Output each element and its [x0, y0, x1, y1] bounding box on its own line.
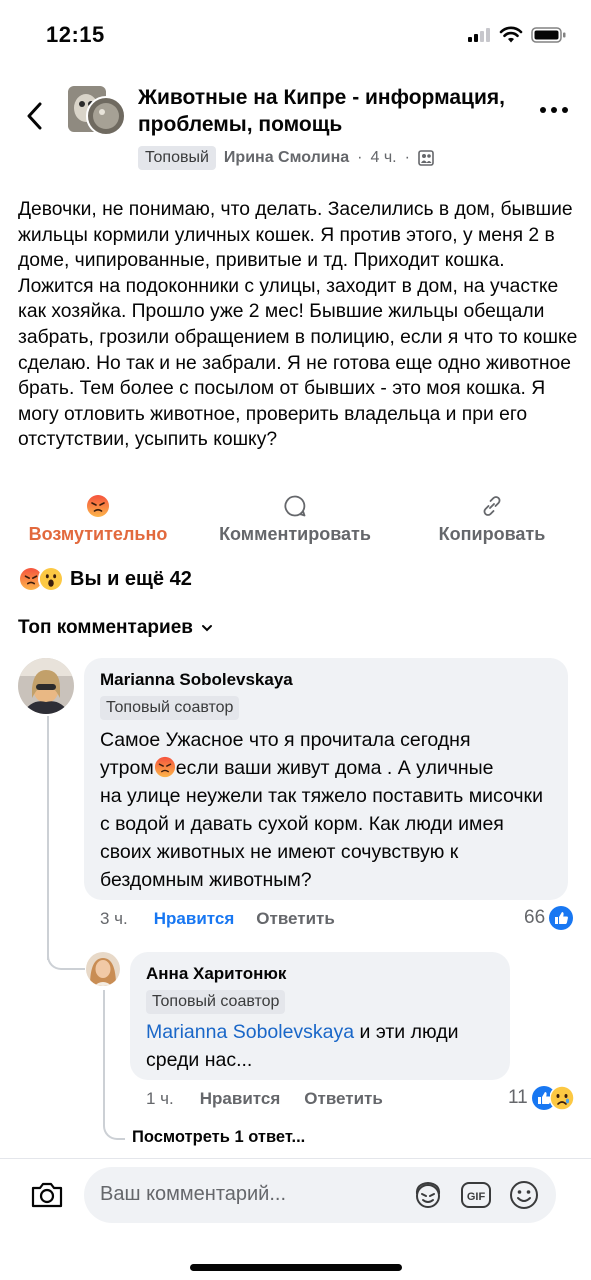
- group-title[interactable]: Животные на Кипре - информация, проблемы…: [138, 84, 518, 138]
- reply-button[interactable]: Ответить: [304, 1089, 383, 1109]
- post-meta: Топовый Ирина Смолина · 4 ч. ·: [138, 146, 434, 170]
- comment-text-line: на улице неужели так тяжело поставить ми…: [100, 785, 543, 891]
- comment-author[interactable]: Анна Харитонюк: [146, 964, 494, 984]
- avatar-sticker-icon[interactable]: [412, 1180, 444, 1210]
- react-label: Возмутительно: [28, 524, 168, 544]
- post-header: Животные на Кипре - информация, проблемы…: [0, 80, 591, 180]
- battery-icon: [531, 27, 566, 43]
- svg-text:GIF: GIF: [467, 1191, 486, 1203]
- thread-line-2: [103, 990, 105, 1120]
- comment-button[interactable]: Комментировать: [215, 492, 375, 545]
- sad-reaction-icon: [549, 1086, 574, 1110]
- link-icon: [483, 496, 501, 516]
- reply-button[interactable]: Ответить: [256, 909, 335, 929]
- wow-reaction-icon: [38, 566, 64, 592]
- comments-filter[interactable]: Топ комментариев: [18, 617, 213, 639]
- comment-time[interactable]: 3 ч.: [100, 909, 128, 929]
- comment-meta: 1 ч. Нравится Ответить: [146, 1089, 383, 1109]
- comment-label: Комментировать: [219, 524, 371, 544]
- status-icons: [467, 26, 567, 44]
- composer-icons: GIF: [412, 1180, 540, 1210]
- comment-reaction-count[interactable]: 11: [508, 1086, 574, 1110]
- copy-label: Копировать: [438, 524, 546, 544]
- view-more-replies-link[interactable]: Посмотреть 1 ответ...: [132, 1128, 305, 1147]
- avatar[interactable]: [18, 658, 74, 714]
- angry-emoji-icon: [154, 756, 175, 778]
- comment-input-placeholder: Ваш комментарий...: [100, 1183, 287, 1205]
- copy-button[interactable]: Копировать: [437, 492, 547, 545]
- comment-text-line: утром если ваши живут дома . А уличные: [100, 754, 552, 782]
- post-body: Девочки, не понимаю, что делать. Заселил…: [18, 199, 578, 451]
- comment-text-fragment: утром: [100, 757, 154, 779]
- mention-link[interactable]: Marianna Sobolevskaya: [146, 1021, 354, 1043]
- chevron-left-icon[interactable]: [20, 98, 50, 134]
- post-author[interactable]: Ирина Смолина: [224, 149, 349, 167]
- signal-icon: [468, 28, 490, 42]
- top-badge: Топовый: [138, 146, 216, 170]
- comment-text-line: Самое Ужасное что я прочитала сегодня: [100, 729, 471, 751]
- status-bar: 12:15: [0, 0, 591, 70]
- meta-dot: ·: [357, 149, 363, 166]
- comment-reaction-count[interactable]: 66: [524, 906, 574, 930]
- comment-input[interactable]: Ваш комментарий... GIF: [84, 1167, 556, 1223]
- like-button[interactable]: Нравится: [154, 909, 235, 929]
- angry-emoji-icon: [87, 495, 109, 517]
- thread-line: [47, 716, 49, 960]
- comment-bubble-icon: [284, 495, 306, 517]
- chevron-down-icon: [201, 625, 212, 632]
- comment-text: Самое Ужасное что я прочитала сегодня ут…: [100, 726, 552, 894]
- meta-dot-2: ·: [404, 149, 410, 166]
- post-time[interactable]: 4 ч.: [370, 149, 396, 167]
- thread-branch: [47, 940, 85, 970]
- like-button[interactable]: Нравится: [200, 1089, 281, 1109]
- reactions-count-label: Вы и ещё 42: [70, 567, 192, 590]
- group-audience-icon: [418, 150, 434, 166]
- camera-icon[interactable]: [30, 1181, 64, 1209]
- react-button[interactable]: Возмутительно: [26, 492, 170, 545]
- comment-author[interactable]: Marianna Sobolevskaya: [100, 670, 552, 690]
- top-contributor-badge: Топовый соавтор: [100, 696, 240, 720]
- home-indicator: [190, 1264, 402, 1271]
- emoji-icon[interactable]: [508, 1180, 540, 1210]
- comments-filter-label: Топ комментариев: [18, 617, 193, 638]
- comment-composer: Ваш комментарий... GIF: [0, 1158, 591, 1280]
- more-dots-icon[interactable]: [539, 106, 569, 114]
- comment-bubble[interactable]: Marianna Sobolevskaya Топовый соавтор Са…: [84, 658, 568, 900]
- comment-text: Marianna Sobolevskaya и эти люди среди н…: [146, 1018, 494, 1074]
- avatar[interactable]: [86, 952, 120, 986]
- group-avatar[interactable]: [68, 86, 126, 136]
- comment-time[interactable]: 1 ч.: [146, 1089, 174, 1109]
- comment-meta: 3 ч. Нравится Ответить: [100, 909, 335, 929]
- gif-icon[interactable]: GIF: [460, 1180, 492, 1210]
- reaction-count: 66: [524, 907, 546, 928]
- top-contributor-badge: Топовый соавтор: [146, 990, 286, 1014]
- post-actions: Возмутительно Комментировать Копировать: [0, 492, 591, 552]
- comment-text-fragment: если ваши живут дома . А уличные: [175, 757, 494, 779]
- like-reaction-icon: [549, 906, 574, 930]
- comment-bubble[interactable]: Анна Харитонюк Топовый соавтор Marianna …: [130, 952, 510, 1080]
- thread-branch-2: [103, 1118, 125, 1140]
- wifi-icon: [499, 26, 523, 43]
- status-time: 12:15: [46, 22, 105, 47]
- reactions-summary[interactable]: Вы и ещё 42: [18, 566, 192, 592]
- reaction-count: 11: [508, 1087, 528, 1108]
